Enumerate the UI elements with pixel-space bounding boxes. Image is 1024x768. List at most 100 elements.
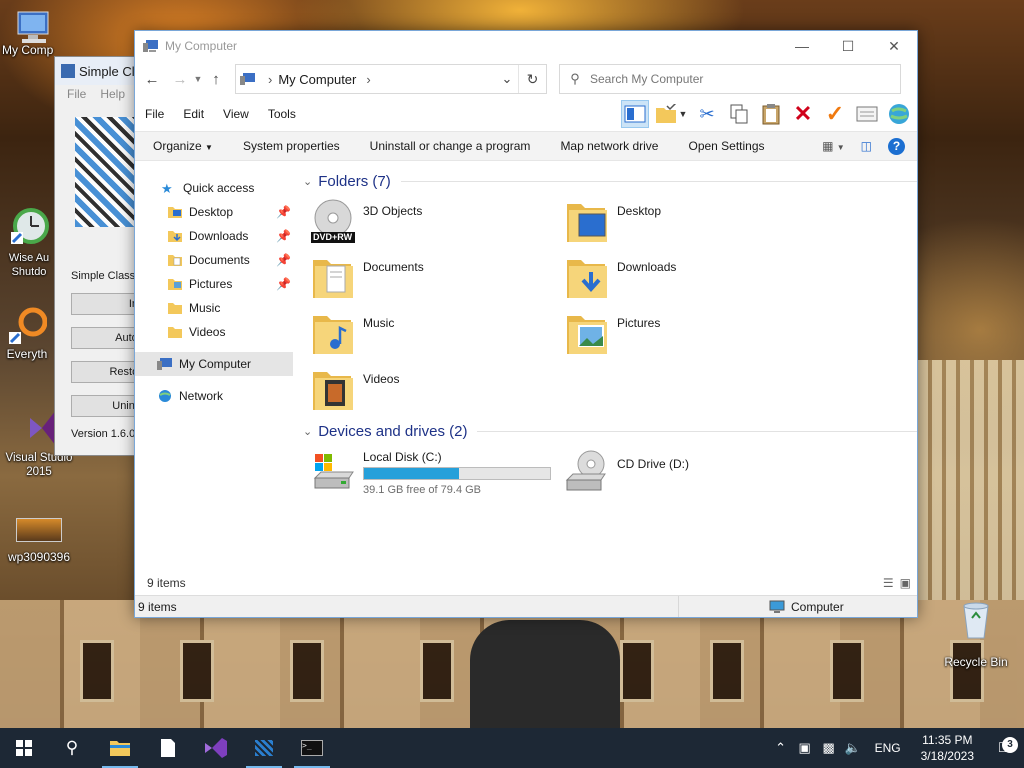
folder-icon bbox=[168, 303, 182, 314]
uninstall-program-button[interactable]: Uninstall or change a program bbox=[370, 139, 531, 153]
taskbar-explorer[interactable] bbox=[96, 728, 144, 768]
menu-view[interactable]: View bbox=[223, 107, 249, 121]
folder-videos[interactable]: Videos bbox=[311, 366, 565, 414]
explorer-titlebar[interactable]: My Computer — ☐ ✕ bbox=[135, 31, 917, 61]
open-settings-button[interactable]: Open Settings bbox=[688, 139, 764, 153]
up-button[interactable]: ↑ bbox=[205, 67, 227, 91]
network-icon[interactable]: ▣ bbox=[793, 740, 817, 756]
search-icon: ⚲ bbox=[65, 738, 79, 757]
desktop-icon-wp3090396[interactable]: wp3090396 bbox=[0, 518, 78, 564]
desktop-icon-everything[interactable]: Everyth bbox=[0, 306, 54, 361]
organize-button[interactable]: Organize ▼ bbox=[153, 139, 213, 153]
drive-cd-d[interactable]: CD Drive (D:) bbox=[565, 448, 819, 496]
folder-pictures[interactable]: Pictures bbox=[565, 310, 819, 358]
nav-music[interactable]: Music bbox=[135, 296, 293, 320]
globe-icon[interactable] bbox=[885, 100, 913, 128]
folder-name: Downloads bbox=[617, 260, 677, 274]
search-input[interactable]: ⚲ Search My Computer bbox=[559, 64, 901, 94]
action-center-button[interactable]: □ 3 bbox=[984, 737, 1024, 757]
preview-pane-toggle-icon[interactable]: ◫ bbox=[861, 139, 872, 153]
explorer-window[interactable]: My Computer — ☐ ✕ ← → ▼ ↑ › My Computer … bbox=[134, 30, 918, 618]
back-button[interactable]: ← bbox=[141, 67, 163, 91]
address-bar[interactable]: › My Computer › ⌄ ↻ bbox=[235, 64, 547, 94]
star-icon: ★ bbox=[161, 181, 173, 196]
folder-3d-objects[interactable]: DVD+RW 3D Objects bbox=[311, 198, 565, 246]
help-icon[interactable]: ? bbox=[888, 137, 905, 155]
folders-group-header[interactable]: ⌄ Folders (7) bbox=[303, 170, 917, 192]
nav-videos[interactable]: Videos bbox=[135, 320, 293, 344]
recent-locations-button[interactable]: ▼ bbox=[191, 67, 205, 91]
taskbar-notepad[interactable] bbox=[144, 728, 192, 768]
cut-icon[interactable]: ✂ bbox=[693, 100, 721, 128]
preview-pane-icon[interactable] bbox=[621, 100, 649, 128]
nav-label: Network bbox=[179, 389, 224, 403]
drive-name: CD Drive (D:) bbox=[617, 457, 689, 471]
breadcrumb-chevron-icon[interactable]: › bbox=[268, 72, 272, 87]
search-button[interactable]: ⚲ bbox=[48, 728, 96, 768]
menu-file[interactable]: File bbox=[67, 87, 86, 101]
chevron-up-icon[interactable]: ⌃ bbox=[769, 740, 793, 756]
properties-icon[interactable] bbox=[853, 100, 881, 128]
breadcrumb-chevron-icon[interactable]: › bbox=[366, 72, 370, 87]
menu-edit[interactable]: Edit bbox=[183, 107, 204, 121]
menu-file[interactable]: File bbox=[145, 107, 164, 121]
change-view-icon[interactable]: ▦ ▼ bbox=[822, 139, 845, 153]
hard-drive-icon bbox=[311, 448, 357, 496]
folder-music[interactable]: Music bbox=[311, 310, 565, 358]
desktop-icon-recycle-bin[interactable]: Recycle Bin bbox=[938, 600, 1014, 669]
display-icon[interactable]: ▩ bbox=[817, 740, 841, 756]
details-view-icon[interactable]: ☰ bbox=[883, 576, 894, 590]
maximize-button[interactable]: ☐ bbox=[825, 31, 871, 61]
drive-local-disk-c[interactable]: Local Disk (C:) 39.1 GB free of 79.4 GB bbox=[311, 448, 565, 496]
system-properties-button[interactable]: System properties bbox=[243, 139, 340, 153]
nav-desktop[interactable]: Desktop 📌 bbox=[135, 200, 293, 224]
language-indicator[interactable]: ENG bbox=[865, 741, 911, 755]
checkmark-icon[interactable]: ✓ bbox=[821, 100, 849, 128]
address-dropdown-icon[interactable]: ⌄ bbox=[496, 71, 518, 87]
paste-icon[interactable] bbox=[757, 100, 785, 128]
folder-options-icon[interactable]: ▼ bbox=[653, 100, 689, 128]
nav-quick-access[interactable]: ★ Quick access bbox=[135, 176, 293, 200]
computer-icon bbox=[17, 11, 49, 43]
clock[interactable]: 11:35 PM 3/18/2023 bbox=[911, 732, 984, 764]
nav-my-computer[interactable]: My Computer bbox=[135, 352, 293, 376]
nav-downloads[interactable]: Downloads 📌 bbox=[135, 224, 293, 248]
drives-grid: Local Disk (C:) 39.1 GB free of 79.4 GB … bbox=[303, 448, 917, 496]
refresh-button[interactable]: ↻ bbox=[518, 65, 546, 93]
search-shortcut-icon bbox=[9, 307, 48, 344]
folder-icon bbox=[168, 255, 182, 266]
minimize-button[interactable]: — bbox=[779, 31, 825, 61]
desktop-folder-icon bbox=[565, 198, 611, 246]
start-button[interactable] bbox=[0, 728, 48, 768]
menu-tools[interactable]: Tools bbox=[268, 107, 296, 121]
address-row: ← → ▼ ↑ › My Computer › ⌄ ↻ ⚲ Search My … bbox=[135, 61, 917, 97]
nav-network[interactable]: Network bbox=[135, 384, 293, 408]
nav-documents[interactable]: Documents 📌 bbox=[135, 248, 293, 272]
delete-icon[interactable]: ✕ bbox=[789, 100, 817, 128]
folder-name: Videos bbox=[363, 372, 400, 386]
volume-icon[interactable]: 🔈 bbox=[841, 740, 865, 756]
forward-button[interactable]: → bbox=[169, 67, 191, 91]
desktop-icon-wise-shutdown[interactable]: Wise Au Shutdo bbox=[0, 206, 58, 279]
chevron-down-icon: ▼ bbox=[205, 143, 213, 152]
nav-pictures[interactable]: Pictures 📌 bbox=[135, 272, 293, 296]
taskbar-console[interactable]: >_ bbox=[288, 728, 336, 768]
folder-documents[interactable]: Documents bbox=[311, 254, 565, 302]
menu-help[interactable]: Help bbox=[100, 87, 125, 101]
map-network-drive-button[interactable]: Map network drive bbox=[560, 139, 658, 153]
folder-downloads[interactable]: Downloads bbox=[565, 254, 819, 302]
simple-classic-label: Simple Classic bbox=[71, 270, 144, 282]
folder-icon bbox=[168, 327, 182, 338]
copy-icon[interactable] bbox=[725, 100, 753, 128]
desktop-icon-my-computer[interactable]: My Comp bbox=[0, 8, 60, 57]
large-icons-view-icon[interactable]: ▣ bbox=[900, 576, 911, 590]
folder-desktop[interactable]: Desktop bbox=[565, 198, 819, 246]
nav-label: Documents bbox=[189, 253, 250, 267]
taskbar-visual-studio[interactable] bbox=[192, 728, 240, 768]
close-button[interactable]: ✕ bbox=[871, 31, 917, 61]
group-title: Folders (7) bbox=[318, 172, 391, 190]
visual-studio-icon bbox=[205, 738, 227, 758]
breadcrumb[interactable]: My Computer bbox=[278, 72, 356, 87]
drives-group-header[interactable]: ⌄ Devices and drives (2) bbox=[303, 420, 917, 442]
taskbar-simple-classic[interactable] bbox=[240, 728, 288, 768]
